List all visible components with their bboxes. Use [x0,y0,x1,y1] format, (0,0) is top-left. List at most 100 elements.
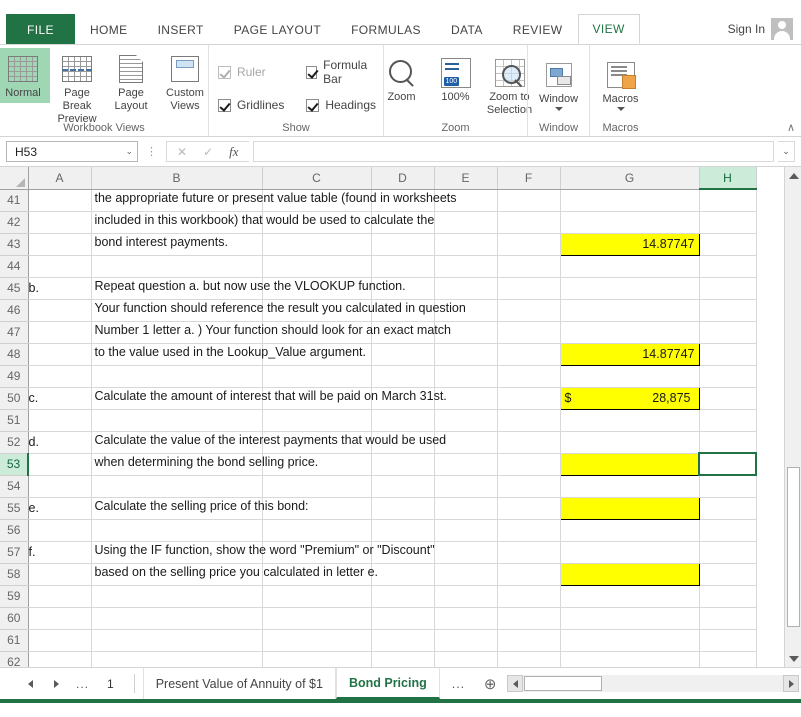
row-header-62[interactable]: 62 [0,651,29,667]
column-header-c[interactable]: C [262,167,372,190]
zoom-100-button[interactable]: 100 100% [429,52,483,107]
add-sheet-button[interactable]: ⊕ [477,668,503,699]
cell-A58[interactable] [28,563,92,586]
cell-H60[interactable] [699,607,757,630]
cell-G53[interactable] [559,452,700,476]
cell-C54[interactable] [262,475,372,498]
cell-H46[interactable] [699,299,757,322]
window-chevron-down-icon[interactable] [554,107,563,111]
cell-A62[interactable] [28,651,92,667]
cell-H52[interactable] [699,431,757,454]
cell-H58[interactable] [699,563,757,586]
row-header-42[interactable]: 42 [0,211,29,234]
cell-F56[interactable] [497,519,561,542]
cell-B51[interactable] [91,409,263,432]
cell-E51[interactable] [434,409,498,432]
horizontal-scrollbar-track[interactable] [523,675,783,692]
cell-G45[interactable] [560,277,700,300]
cell-B62[interactable] [91,651,263,667]
cell-C51[interactable] [262,409,372,432]
cell-C60[interactable] [262,607,372,630]
column-header-f[interactable]: F [497,167,561,190]
cell-E53[interactable] [434,453,498,476]
cell-B55[interactable]: Calculate the selling price of this bond… [91,497,309,520]
cell-A42[interactable] [28,211,92,234]
cell-G57[interactable] [560,541,700,564]
cell-H53[interactable] [698,452,757,476]
cell-B59[interactable] [91,585,263,608]
cell-H41[interactable] [699,189,757,212]
cell-B46[interactable]: Your function should reference the resul… [91,299,466,322]
cell-A50[interactable]: c. [28,387,92,410]
cell-A61[interactable] [28,629,92,652]
cell-G60[interactable] [560,607,700,630]
cell-A48[interactable] [28,343,92,366]
cell-B43[interactable]: bond interest payments. [91,233,263,256]
cell-F46[interactable] [497,299,561,322]
cell-A43[interactable] [28,233,92,256]
vertical-scrollbar-thumb[interactable] [787,467,800,627]
cell-B56[interactable] [91,519,263,542]
cell-G47[interactable] [560,321,700,344]
cell-F55[interactable] [497,497,561,520]
row-header-51[interactable]: 51 [0,409,29,432]
collapse-ribbon-button[interactable]: ∧ [787,121,795,134]
cell-D43[interactable] [371,233,435,256]
cell-B48[interactable]: to the value used in the Lookup_Value ar… [91,343,366,366]
cell-F50[interactable] [497,387,561,410]
column-header-e[interactable]: E [434,167,498,190]
cell-E44[interactable] [434,255,498,278]
cell-F62[interactable] [497,651,561,667]
cell-A56[interactable] [28,519,92,542]
formula-bar-checkbox-row[interactable]: Formula Bar [306,58,376,86]
cell-G62[interactable] [560,651,700,667]
cell-D62[interactable] [371,651,435,667]
cell-D55[interactable] [371,497,435,520]
cell-B49[interactable] [91,365,263,388]
cell-A52[interactable]: d. [28,431,92,454]
cell-C62[interactable] [262,651,372,667]
row-header-52[interactable]: 52 [0,431,29,454]
formula-bar-checkbox-icon[interactable] [306,65,318,79]
column-header-d[interactable]: D [371,167,435,190]
select-all-corner[interactable] [0,167,29,190]
cell-F60[interactable] [497,607,561,630]
cell-F51[interactable] [497,409,561,432]
cell-G58[interactable] [559,562,700,586]
row-header-41[interactable]: 41 [0,189,29,212]
headings-checkbox-row[interactable]: Headings [306,98,376,112]
row-header-57[interactable]: 57 [0,541,29,564]
cell-A44[interactable] [28,255,92,278]
normal-view-button[interactable]: Normal [0,48,50,103]
column-header-a[interactable]: A [28,167,92,190]
cell-F49[interactable] [497,365,561,388]
window-button[interactable]: Window [532,54,586,114]
scroll-right-button[interactable] [783,675,799,692]
cell-H43[interactable] [699,233,757,256]
tab-review[interactable]: REVIEW [498,14,578,44]
column-header-h[interactable]: H [699,167,757,190]
cell-E55[interactable] [434,497,498,520]
hidden-sheets-left-dots[interactable]: ... [76,677,89,691]
page-break-preview-button[interactable]: Page Break Preview [50,48,104,129]
cell-D59[interactable] [371,585,435,608]
enter-formula-icon[interactable]: ✓ [203,145,213,159]
cell-D51[interactable] [371,409,435,432]
cell-A57[interactable]: f. [28,541,92,564]
cell-G41[interactable] [560,189,700,212]
row-header-44[interactable]: 44 [0,255,29,278]
cell-E54[interactable] [434,475,498,498]
spreadsheet-grid[interactable]: ABCDEFGH 41 the appropriate future or pre… [0,167,801,667]
sign-in-area[interactable]: Sign In [728,14,801,44]
column-header-b[interactable]: B [91,167,263,190]
cell-E43[interactable] [434,233,498,256]
cell-G50[interactable]: $28,875 [559,386,700,410]
cell-H57[interactable] [699,541,757,564]
row-header-46[interactable]: 46 [0,299,29,322]
cell-D58[interactable] [371,563,435,586]
formula-bar-expand-icon[interactable]: ⌄ [778,141,795,162]
sheet-tab-bond-pricing[interactable]: Bond Pricing [335,668,440,699]
cell-B45[interactable]: Repeat question a. but now use the VLOOK… [91,277,406,300]
gridlines-checkbox-icon[interactable] [217,98,231,112]
cell-D56[interactable] [371,519,435,542]
